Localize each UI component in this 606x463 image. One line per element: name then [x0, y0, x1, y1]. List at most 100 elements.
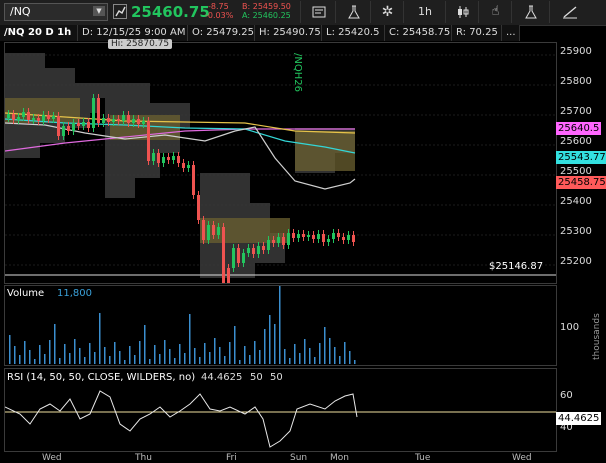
volume-bar [124, 360, 126, 364]
candle-body [32, 118, 35, 120]
volume-bar [204, 343, 206, 364]
candle-body [257, 246, 260, 254]
y-tick: 25900 [560, 46, 592, 57]
candle-body [142, 121, 145, 124]
rsi-panel[interactable]: RSI (14, 50, 50, CLOSE, WILDERS, no) 44.… [4, 368, 557, 452]
candle-body [282, 237, 285, 245]
ask-price: A: 25460.25 [242, 11, 291, 20]
volume-bar [234, 326, 236, 364]
candle-body [17, 117, 20, 120]
volume-bar [14, 346, 16, 364]
volume-bar [109, 356, 111, 364]
candle-body [167, 157, 170, 160]
settings-button[interactable]: ✲ [370, 1, 404, 23]
candle-body [312, 235, 315, 239]
volume-bar [79, 348, 81, 364]
candle-body [322, 234, 325, 242]
bar-range: R: 70.25 [452, 25, 502, 41]
volume-bar [144, 325, 146, 364]
more-button[interactable]: ... [502, 25, 520, 41]
timeframe-selector[interactable]: 1h [403, 1, 446, 23]
candle-body [7, 114, 10, 118]
volume-bar [164, 340, 166, 364]
volume-bar [289, 358, 291, 364]
news-icon [312, 6, 325, 18]
hi-label: Hi: 25870.75 [108, 39, 173, 49]
bid-price: B: 25459.50 [242, 2, 291, 11]
candle-body [182, 163, 185, 168]
cursor-mode-button[interactable]: ☝ [478, 1, 512, 23]
volume-bar [304, 339, 306, 364]
dropdown-arrow-icon[interactable]: ▼ [93, 6, 105, 16]
news-button[interactable] [300, 1, 336, 23]
ma-price-tag: 25543.77 [556, 151, 606, 164]
volume-bar [189, 314, 191, 364]
volume-bar [269, 315, 271, 364]
volume-bar [184, 353, 186, 364]
rsi-tick: 60 [560, 390, 573, 401]
volume-bar [74, 339, 76, 364]
volume-bar [279, 286, 281, 364]
drawing-tools-button[interactable] [549, 1, 590, 23]
candle-body [122, 115, 125, 121]
rsi-tag: 44.4625 [556, 412, 602, 425]
candle-body [272, 240, 275, 243]
y-tick: 25700 [560, 106, 592, 117]
volume-bar [29, 350, 31, 364]
volume-bar [299, 353, 301, 364]
candle-body [162, 157, 165, 163]
symbol-text: /NQ [10, 5, 31, 18]
candle-body [317, 234, 320, 239]
bar-low: L: 25420.5 [322, 25, 385, 41]
candle-body [342, 237, 345, 240]
bar-high: H: 25490.75 [255, 25, 322, 41]
volume-bars [9, 286, 356, 364]
volume-bar [179, 344, 181, 364]
candle-body [297, 234, 300, 238]
chart-type-button[interactable] [445, 1, 479, 23]
net-change: -8.75 [208, 2, 229, 11]
volume-bar [249, 355, 251, 364]
gear-icon: ✲ [381, 4, 394, 20]
volume-bar [209, 352, 211, 364]
symbol-selector[interactable]: /NQ ▼ [4, 3, 108, 21]
volume-bar [309, 348, 311, 364]
y-tick: 25600 [560, 136, 592, 147]
candle-body [77, 123, 80, 126]
volume-bar [259, 350, 261, 364]
candle-body [92, 98, 95, 128]
price-axis: 25900 25800 25700 25600 25500 25400 2530… [556, 42, 606, 282]
candle-body [172, 156, 175, 160]
stock-trend-icon[interactable] [113, 4, 127, 19]
candle-body [267, 240, 270, 250]
volume-bar [174, 358, 176, 364]
candle-body [252, 248, 255, 254]
candle-body [67, 126, 70, 131]
candle-body [262, 246, 265, 250]
volume-bar [134, 355, 136, 364]
volume-bar [159, 354, 161, 364]
candle-body [237, 248, 240, 263]
volume-bar [44, 354, 46, 364]
volume-bar [9, 335, 11, 364]
candle-body [277, 237, 280, 243]
volume-axis: 100 thousands [556, 285, 606, 364]
y-tick: 25800 [560, 76, 592, 87]
volume-bar [349, 351, 351, 364]
studies-button[interactable] [335, 1, 371, 23]
volume-bar [274, 324, 276, 364]
y-tick: 25400 [560, 196, 592, 207]
candle-body [157, 153, 160, 163]
strategies-button[interactable] [511, 1, 550, 23]
volume-bar [94, 352, 96, 364]
volume-panel[interactable]: Volume 11,800 [4, 285, 557, 366]
candle-body [247, 248, 250, 253]
price-panel[interactable]: /NQH26 Hi: 25870.75 $25146.87 [4, 39, 557, 284]
volume-bar [329, 338, 331, 364]
candle-body [192, 165, 195, 195]
volume-bar [84, 357, 86, 364]
candle-body [232, 248, 235, 268]
toolbar: /NQ ▼ 25460.75 -8.75 -0.03% B: 25459.50 … [0, 0, 606, 26]
candle-body [47, 115, 50, 119]
pct-change: -0.03% [205, 11, 234, 20]
